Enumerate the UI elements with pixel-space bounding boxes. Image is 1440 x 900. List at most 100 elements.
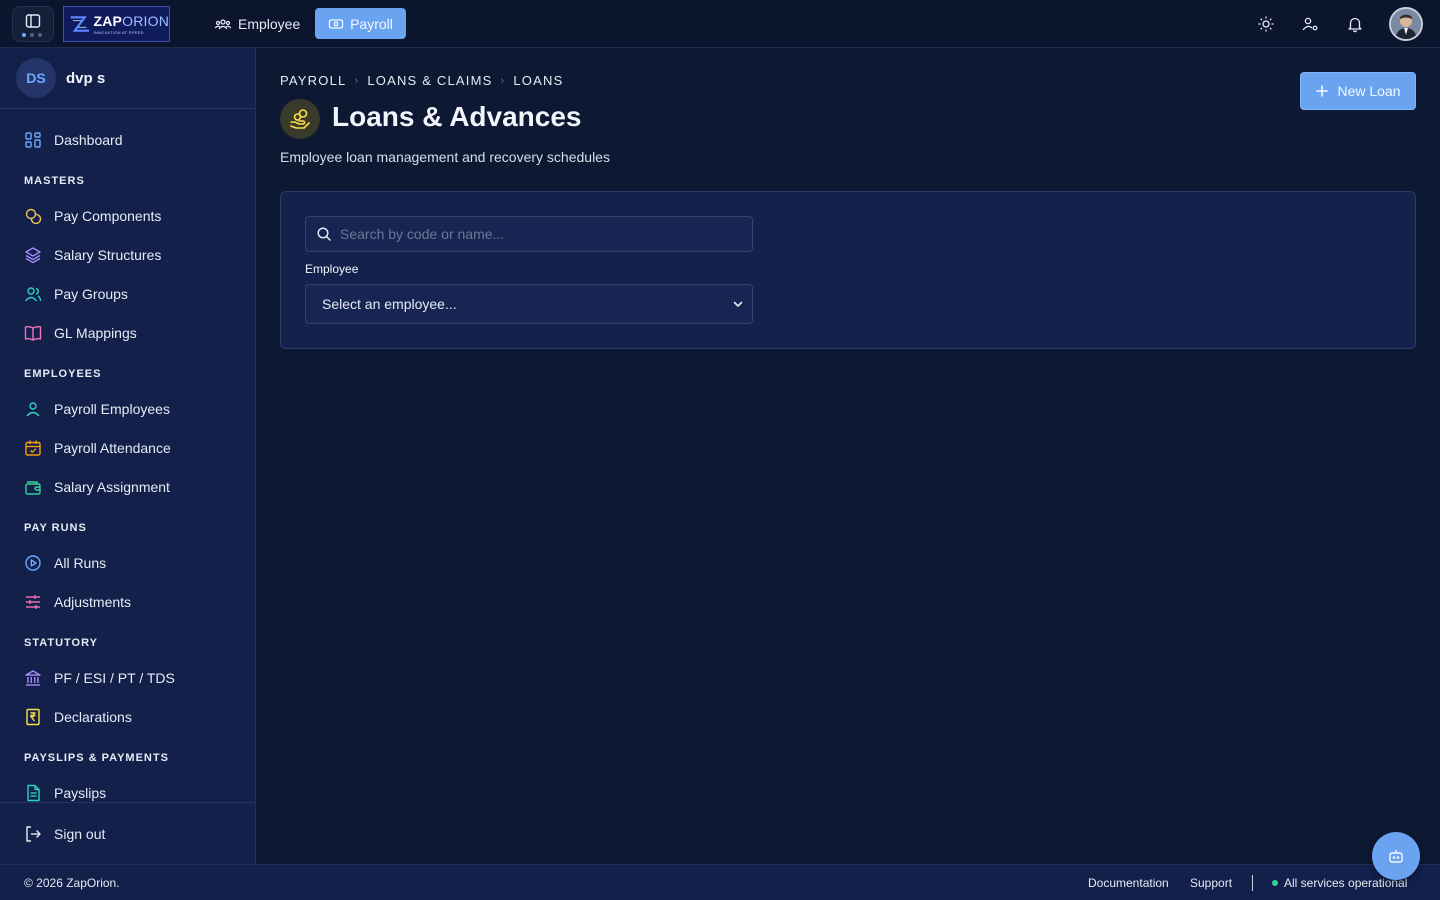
sidebar-item-label: Adjustments xyxy=(54,594,132,610)
bot-icon xyxy=(1389,850,1403,863)
users-icon xyxy=(24,287,42,302)
sidebar-item-label: PF / ESI / PT / TDS xyxy=(54,670,175,686)
sidebar-item-declarations[interactable]: Declarations xyxy=(12,700,244,734)
users-icon xyxy=(214,18,232,29)
sidebar-item-label: Salary Structures xyxy=(54,247,162,263)
sidebar-item-label: Declarations xyxy=(54,709,132,725)
sidebar: DS dvp s Dashboard MASTERS Pay Component… xyxy=(0,48,256,864)
filter-card: Employee Select an employee... xyxy=(280,191,1416,349)
search-box[interactable] xyxy=(305,216,753,252)
logo-text-light: ORION xyxy=(122,13,169,29)
status-dot-icon xyxy=(1272,880,1278,886)
pagination-dots xyxy=(22,33,42,37)
layers-icon xyxy=(25,247,41,264)
footer: © 2026 ZapOrion. Documentation Support A… xyxy=(0,864,1440,900)
coins-icon xyxy=(25,208,42,225)
file-text-icon xyxy=(27,784,40,802)
sidebar-item-pay-groups[interactable]: Pay Groups xyxy=(12,277,244,311)
nav-payroll[interactable]: Payroll xyxy=(315,8,406,39)
breadcrumb: PAYROLL › LOANS & CLAIMS › LOANS xyxy=(280,73,563,88)
logo-text-bold: ZAP xyxy=(93,13,123,29)
section-employees: EMPLOYEES xyxy=(24,368,102,380)
chevron-down-icon xyxy=(733,301,743,307)
profile-photo-icon xyxy=(1391,9,1421,39)
wallet-icon xyxy=(25,481,41,495)
section-statutory: STATUTORY xyxy=(24,637,98,649)
sidebar-toggle-button[interactable] xyxy=(12,6,54,42)
landmark-icon xyxy=(25,670,41,686)
sidebar-item-label: Dashboard xyxy=(54,132,123,148)
sign-out-label: Sign out xyxy=(54,826,106,842)
sidebar-item-label: Pay Groups xyxy=(54,286,128,302)
sidebar-item-label: Payroll Employees xyxy=(54,401,170,417)
nav-employee[interactable]: Employee xyxy=(206,8,308,39)
app-logo[interactable]: ZAPORION INNOVATION AT SPEED xyxy=(63,6,170,42)
sidebar-item-payroll-attendance[interactable]: Payroll Attendance xyxy=(12,431,244,465)
sidebar-item-adjustments[interactable]: Adjustments xyxy=(12,585,244,619)
layout-grid-icon xyxy=(25,132,41,148)
footer-copyright: © 2026 ZapOrion. xyxy=(24,876,120,890)
sidebar-item-pf-esi-pt-tds[interactable]: PF / ESI / PT / TDS xyxy=(12,661,244,695)
sidebar-item-dashboard[interactable]: Dashboard xyxy=(12,123,244,157)
section-masters: MASTERS xyxy=(24,175,85,187)
nav-payroll-label: Payroll xyxy=(350,15,393,32)
section-payslips-payments: PAYSLIPS & PAYMENTS xyxy=(24,752,169,764)
notifications-button[interactable] xyxy=(1343,12,1367,36)
sidebar-item-salary-structures[interactable]: Salary Structures xyxy=(12,238,244,272)
sliders-icon xyxy=(26,595,40,609)
user-profile[interactable]: DS dvp s xyxy=(0,48,255,109)
plus-icon xyxy=(1316,85,1329,97)
panel-left-icon xyxy=(25,14,41,28)
footer-support-link[interactable]: Support xyxy=(1190,876,1232,890)
theme-toggle-button[interactable] xyxy=(1254,12,1278,36)
nav-employee-label: Employee xyxy=(238,15,301,32)
sidebar-item-label: GL Mappings xyxy=(54,325,137,341)
chevron-right-icon: › xyxy=(500,74,506,87)
calendar-check-icon xyxy=(25,440,41,456)
loans-title-icon xyxy=(280,99,320,139)
user-avatar: DS xyxy=(16,58,56,98)
search-input[interactable] xyxy=(340,226,740,242)
employee-select[interactable]: Select an employee... xyxy=(305,284,753,324)
sidebar-item-label: Payroll Attendance xyxy=(54,440,171,456)
chevron-right-icon: › xyxy=(354,74,360,87)
sidebar-item-salary-assignment[interactable]: Salary Assignment xyxy=(12,470,244,504)
logo-tagline: INNOVATION AT SPEED xyxy=(93,30,144,35)
user-settings-button[interactable] xyxy=(1298,12,1322,36)
banknote-icon xyxy=(328,18,344,29)
footer-documentation-link[interactable]: Documentation xyxy=(1088,876,1169,890)
sidebar-item-pay-components[interactable]: Pay Components xyxy=(12,199,244,233)
user-name: dvp s xyxy=(66,69,106,87)
sign-out-area: Sign out xyxy=(0,802,255,864)
breadcrumb-item-loans: LOANS xyxy=(513,73,564,88)
play-circle-icon xyxy=(25,555,41,571)
user-icon xyxy=(26,402,40,417)
employee-field-label: Employee xyxy=(305,262,359,276)
top-bar: ZAPORION INNOVATION AT SPEED Employee Pa… xyxy=(0,0,1440,48)
receipt-rupee-icon xyxy=(26,708,40,726)
new-loan-label: New Loan xyxy=(1337,83,1401,99)
sidebar-item-label: Salary Assignment xyxy=(54,479,170,495)
breadcrumb-item-payroll[interactable]: PAYROLL xyxy=(280,73,346,88)
section-pay-runs: PAY RUNS xyxy=(24,522,87,534)
user-avatar-photo[interactable] xyxy=(1389,7,1423,41)
new-loan-button[interactable]: New Loan xyxy=(1300,72,1416,110)
search-icon xyxy=(317,227,331,241)
footer-divider xyxy=(1252,875,1253,891)
user-cog-icon xyxy=(1302,17,1318,31)
sidebar-item-label: Pay Components xyxy=(54,208,162,224)
zaporion-logo-icon xyxy=(70,16,89,32)
sidebar-item-label: Payslips xyxy=(54,785,107,801)
log-out-icon xyxy=(26,826,41,842)
sign-out-button[interactable]: Sign out xyxy=(12,817,244,851)
sidebar-item-payroll-employees[interactable]: Payroll Employees xyxy=(12,392,244,426)
page-title: Loans & Advances xyxy=(332,101,582,132)
sun-icon xyxy=(1258,16,1274,32)
bell-icon xyxy=(1348,17,1362,33)
sidebar-item-all-runs[interactable]: All Runs xyxy=(12,546,244,580)
breadcrumb-item-loans-claims[interactable]: LOANS & CLAIMS xyxy=(367,73,492,88)
sidebar-item-gl-mappings[interactable]: GL Mappings xyxy=(12,316,244,350)
sidebar-item-label: All Runs xyxy=(54,555,107,571)
hand-coins-icon xyxy=(290,109,310,129)
assistant-bot-button[interactable] xyxy=(1372,832,1420,880)
